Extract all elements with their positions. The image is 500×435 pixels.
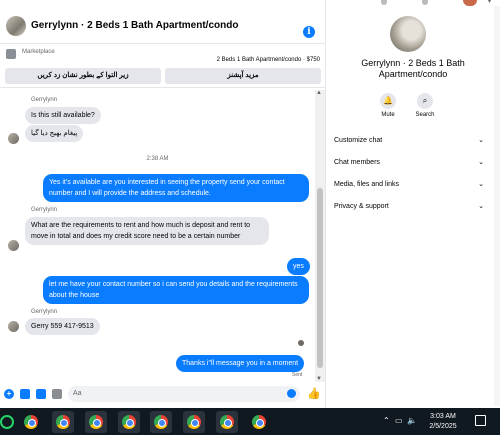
message-input[interactable]: Aa: [68, 386, 300, 402]
listing-title[interactable]: 2 Beds 1 Bath Apartment/condo · $750: [217, 57, 320, 63]
info-icon[interactable]: i: [303, 26, 315, 38]
more-options-button[interactable]: مزید آپشنز: [165, 68, 321, 84]
read-receipt-avatar: [298, 340, 304, 346]
avatar[interactable]: [6, 16, 26, 36]
delivery-status: Sent: [292, 372, 303, 378]
avatar[interactable]: [8, 240, 19, 251]
privacy-support-row[interactable]: Privacy & support ⌄: [334, 200, 484, 214]
taskbar-chrome-icon[interactable]: [85, 411, 107, 433]
marketplace-banner: Marketplace 2 Beds 1 Bath Apartment/cond…: [0, 44, 326, 88]
listing-thumbnail[interactable]: [6, 49, 16, 59]
message-bubble[interactable]: yes: [287, 258, 310, 275]
taskbar-chrome-icon[interactable]: [52, 411, 74, 433]
details-scrollbar[interactable]: [494, 6, 500, 406]
contact-name: Gerrylynn · 2 Beds 1 Bath Apartment/cond…: [361, 58, 465, 79]
taskbar-chrome-icon[interactable]: [20, 411, 42, 433]
message-scrollbar[interactable]: ▲ ▼: [315, 90, 325, 382]
media-files-row[interactable]: Media, files and links ⌄: [334, 178, 484, 192]
mute-button[interactable]: 🔔 Mute: [370, 93, 406, 118]
taskbar-chrome-icon[interactable]: [216, 411, 238, 433]
chat-details-pane: Gerrylynn · 2 Beds 1 Bath Apartment/cond…: [326, 0, 500, 408]
row-label: Chat members: [334, 159, 380, 166]
notification-icon[interactable]: [475, 415, 486, 426]
marketplace-label: Marketplace: [22, 49, 55, 55]
plus-icon[interactable]: +: [4, 389, 14, 399]
system-clock[interactable]: 3:03 AM 2/5/2025: [420, 412, 466, 432]
sticker-icon[interactable]: [36, 389, 46, 399]
chat-header: Gerrylynn · 2 Beds 1 Bath Apartment/cond…: [0, 8, 326, 44]
sender-name: Gerrylynn: [31, 207, 58, 213]
chevron-down-icon: ⌄: [478, 181, 484, 188]
message-bubble[interactable]: پیغام بھیج دیا گیا: [25, 125, 84, 142]
mute-label: Mute: [381, 112, 395, 118]
avatar[interactable]: [8, 321, 19, 332]
scroll-up-arrow-icon[interactable]: ▲: [316, 90, 322, 96]
tray-overflow-icon[interactable]: ⌃: [383, 416, 390, 425]
message-bubble[interactable]: Gerry 559 417-9513: [25, 318, 100, 335]
taskbar-chrome-icon[interactable]: [150, 411, 172, 433]
message-list[interactable]: Gerrylynn Is this still available? پیغام…: [0, 90, 315, 382]
message-bubble[interactable]: Is this still available?: [25, 107, 101, 124]
messenger-window: ▾ Gerrylynn · 2 Beds 1 Bath Apartment/co…: [0, 0, 500, 408]
taskbar: ⌃ ▭ 🔈 3:03 AM 2/5/2025: [0, 408, 500, 435]
message-bubble[interactable]: What are the requirements to rent and ho…: [25, 217, 269, 245]
network-icon[interactable]: ▭: [395, 416, 403, 425]
chevron-down-icon: ⌄: [478, 203, 484, 210]
image-icon[interactable]: [20, 389, 30, 399]
message-timestamp: 2:38 AM: [146, 156, 169, 162]
sender-name: Gerrylynn: [31, 97, 58, 103]
search-icon: ⌕: [417, 93, 433, 109]
avatar[interactable]: [390, 16, 426, 52]
volume-icon[interactable]: 🔈: [407, 416, 417, 425]
emoji-icon[interactable]: [287, 389, 296, 398]
row-label: Privacy & support: [334, 203, 389, 210]
row-label: Media, files and links: [334, 181, 399, 188]
search-label: Search: [415, 112, 435, 118]
clock-date: 2/5/2025: [429, 423, 457, 430]
sender-name: Gerrylynn: [31, 309, 58, 315]
thumbs-up-icon[interactable]: 👍: [307, 387, 321, 400]
bell-icon: 🔔: [380, 93, 396, 109]
avatar[interactable]: [8, 133, 19, 144]
composer: + Aa 👍: [0, 384, 326, 404]
taskbar-whatsapp-icon[interactable]: [0, 411, 14, 433]
search-button[interactable]: ⌕ Search: [407, 93, 443, 118]
gif-icon[interactable]: [52, 389, 62, 399]
clock-time: 3:03 AM: [430, 413, 456, 420]
chevron-down-icon: ⌄: [478, 159, 484, 166]
chat-members-row[interactable]: Chat members ⌄: [334, 156, 484, 170]
taskbar-chrome-icon[interactable]: [118, 411, 140, 433]
message-bubble[interactable]: let me have your contact number so i can…: [43, 276, 309, 304]
scroll-thumb[interactable]: [317, 188, 323, 368]
customize-chat-row[interactable]: Customize chat ⌄: [334, 134, 484, 148]
scroll-down-arrow-icon[interactable]: ▼: [316, 376, 322, 382]
message-bubble[interactable]: Yes it's available are you interested in…: [43, 174, 309, 202]
taskbar-chrome-icon[interactable]: [183, 411, 205, 433]
chat-pane: Gerrylynn · 2 Beds 1 Bath Apartment/cond…: [0, 0, 326, 408]
taskbar-chrome-icon[interactable]: [248, 411, 270, 433]
chevron-down-icon: ⌄: [478, 137, 484, 144]
message-bubble[interactable]: Thanks i"ll message you in a moment: [176, 355, 305, 372]
row-label: Customize chat: [334, 137, 383, 144]
chat-title[interactable]: Gerrylynn · 2 Beds 1 Bath Apartment/cond…: [31, 20, 238, 31]
mark-pending-button[interactable]: زیر التوا کے بطور نشان زد کریں: [5, 68, 161, 84]
